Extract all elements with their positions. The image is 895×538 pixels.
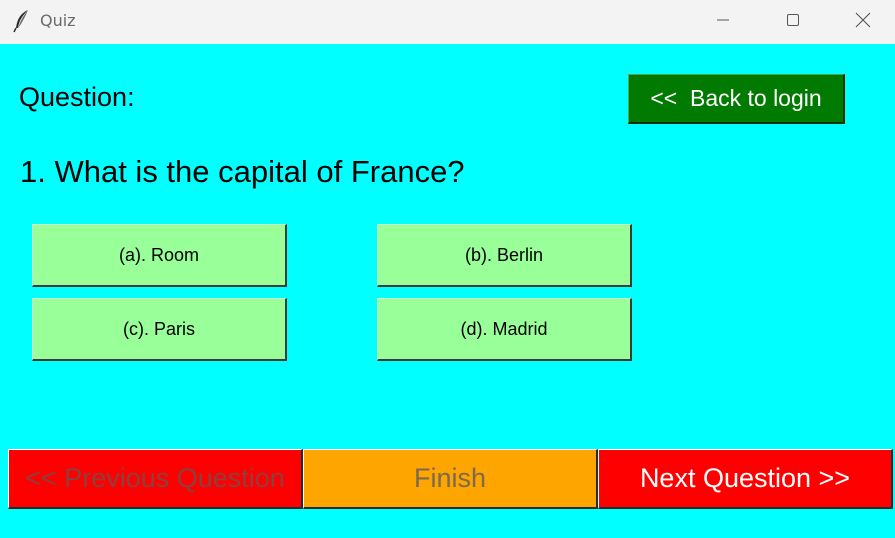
maximize-button[interactable] bbox=[770, 0, 816, 40]
back-to-login-button[interactable]: << Back to login bbox=[628, 74, 845, 124]
minimize-icon bbox=[716, 13, 730, 27]
close-icon bbox=[855, 12, 871, 28]
feather-icon bbox=[12, 9, 34, 33]
minimize-button[interactable] bbox=[700, 0, 746, 40]
question-heading: Question: bbox=[19, 82, 135, 112]
option-b-button[interactable]: (b). Berlin bbox=[377, 224, 632, 287]
previous-question-button[interactable]: << Previous Question bbox=[8, 449, 303, 509]
finish-button[interactable]: Finish bbox=[303, 449, 598, 509]
window-title: Quiz bbox=[40, 11, 76, 30]
close-button[interactable] bbox=[840, 0, 886, 40]
title-bar: Quiz bbox=[0, 0, 895, 44]
quiz-window: Quiz Question: << Back to login 1. What … bbox=[0, 0, 895, 538]
maximize-icon bbox=[786, 13, 800, 27]
question-text: 1. What is the capital of France? bbox=[20, 154, 465, 189]
option-a-button[interactable]: (a). Room bbox=[32, 224, 287, 287]
option-d-button[interactable]: (d). Madrid bbox=[377, 298, 632, 361]
option-c-button[interactable]: (c). Paris bbox=[32, 298, 287, 361]
next-question-button[interactable]: Next Question >> bbox=[598, 449, 893, 509]
